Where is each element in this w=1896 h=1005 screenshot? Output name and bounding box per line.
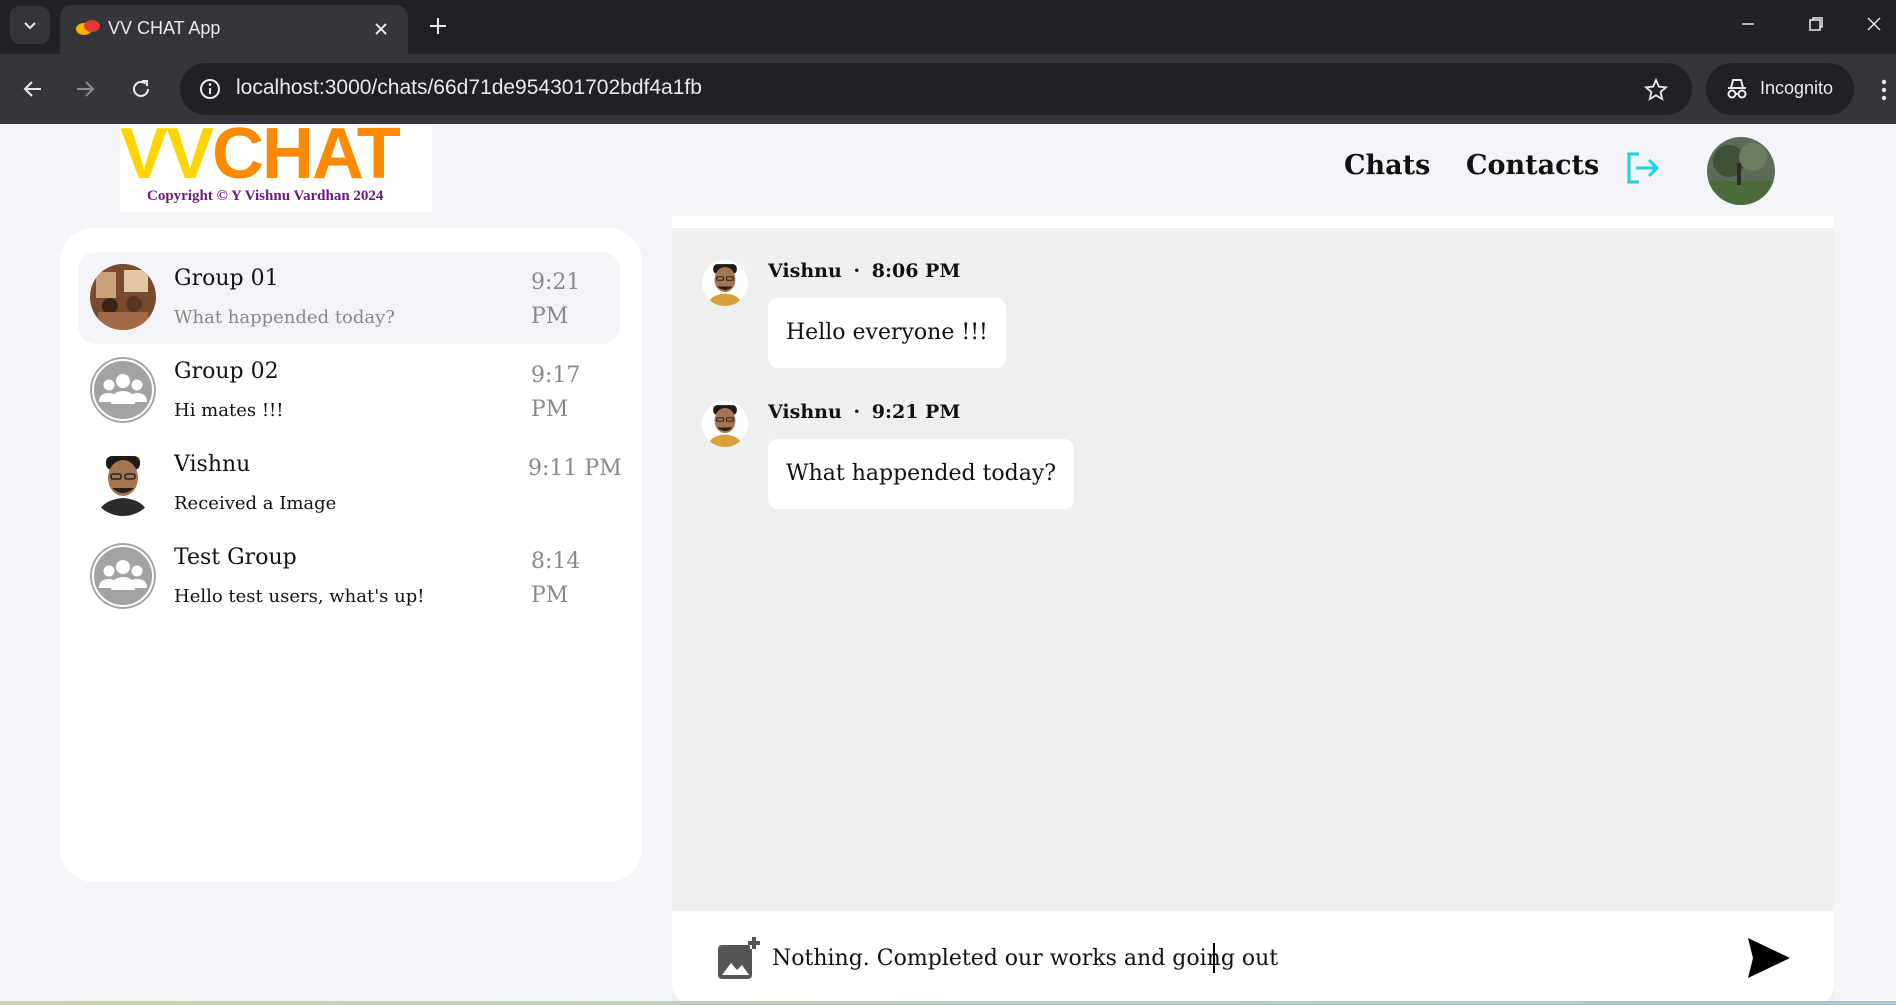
separator-dot: ·	[853, 401, 861, 423]
arrow-right-icon	[77, 81, 95, 97]
address-bar[interactable]: localhost:3000/chats/66d71de954301702bdf…	[180, 63, 1692, 115]
chat-bubbles-favicon-icon	[76, 20, 100, 35]
logout-icon[interactable]	[1622, 148, 1662, 188]
chat-list-item[interactable]: Vishnu Received a Image 9:11 PM	[78, 438, 622, 530]
back-button[interactable]	[12, 68, 54, 110]
sender-avatar[interactable]	[702, 401, 748, 447]
chevron-down-icon	[24, 22, 36, 30]
tab-search-button[interactable]	[10, 6, 50, 44]
arrow-left-icon	[23, 81, 41, 97]
chat-name: Group 02	[174, 359, 279, 384]
restore-button[interactable]	[1786, 0, 1846, 48]
tab-close-button[interactable]	[366, 14, 396, 44]
chat-list-item[interactable]: Group 01 What happended today? 9:21 PM	[78, 252, 620, 344]
message-time: 9:21 PM	[871, 401, 961, 423]
site-info-button[interactable]	[192, 71, 228, 107]
chat-name: Vishnu	[174, 452, 251, 477]
sender-avatar[interactable]	[702, 260, 748, 306]
nav-chats-link[interactable]: Chats	[1344, 150, 1430, 181]
chat-avatar	[90, 357, 156, 423]
browser-toolbar: localhost:3000/chats/66d71de954301702bdf…	[0, 54, 1896, 124]
chat-preview: What happended today?	[174, 307, 395, 328]
incognito-indicator[interactable]: Incognito	[1706, 63, 1854, 115]
app-logo[interactable]: VVCHAT Copyright © Y Vishnu Vardhan 2024	[120, 126, 432, 212]
incognito-icon	[1727, 79, 1747, 99]
chat-name: Test Group	[174, 545, 297, 570]
chat-avatar	[90, 264, 156, 330]
chat-preview: Hello test users, what's up!	[174, 586, 425, 607]
reload-button[interactable]	[120, 68, 162, 110]
conversation-header	[672, 216, 1834, 228]
browser-menu-button[interactable]	[1872, 70, 1896, 110]
separator-dot: ·	[853, 260, 861, 282]
logo-copyright: Copyright © Y Vishnu Vardhan 2024	[147, 188, 384, 204]
minimize-button[interactable]	[1718, 0, 1778, 48]
chat-avatar	[90, 450, 156, 516]
group-placeholder-icon	[90, 543, 156, 609]
minimize-icon	[1742, 23, 1754, 25]
info-icon	[200, 79, 220, 99]
user-photo-icon	[702, 401, 748, 447]
incognito-label: Incognito	[1760, 78, 1834, 98]
group-placeholder-icon	[90, 357, 156, 423]
window-close-button[interactable]	[1852, 0, 1896, 48]
window-bottom-edge	[0, 1001, 1896, 1005]
chat-time: 9:21 PM	[531, 270, 581, 329]
text-caret	[1213, 943, 1215, 973]
star-icon	[1644, 78, 1668, 101]
message-composer	[672, 911, 1834, 1005]
bookmark-button[interactable]	[1638, 72, 1674, 108]
plus-icon	[430, 18, 446, 34]
chat-time: 9:11 PM	[528, 456, 622, 481]
chat-list-item[interactable]: Group 02 Hi mates !!! 9:17 PM	[78, 345, 620, 437]
message-bubble: Hello everyone !!!	[768, 298, 1006, 368]
user-photo-icon	[90, 450, 156, 516]
close-icon	[1867, 17, 1881, 31]
message-input[interactable]	[772, 935, 1672, 981]
close-icon	[375, 23, 387, 35]
message-bubble: What happended today?	[768, 439, 1075, 509]
new-tab-button[interactable]	[420, 8, 456, 44]
profile-avatar[interactable]	[1707, 137, 1775, 205]
user-photo-icon	[702, 260, 748, 306]
profile-photo-icon	[1707, 137, 1775, 205]
url-text[interactable]: localhost:3000/chats/66d71de954301702bdf…	[236, 76, 702, 100]
sender-name: Vishnu	[768, 401, 842, 423]
nav-contacts-link[interactable]: Contacts	[1466, 150, 1599, 181]
sender-name: Vishnu	[768, 260, 842, 282]
message-meta: Vishnu · 9:21 PM	[768, 401, 960, 423]
tab-title: VV CHAT App	[108, 18, 221, 38]
chat-list-sidebar: Group 01 What happended today? 9:21 PM G…	[60, 228, 642, 882]
chat-list-item[interactable]: Test Group Hello test users, what's up! …	[78, 531, 620, 623]
message-meta: Vishnu · 8:06 PM	[768, 260, 960, 282]
browser-tab[interactable]: VV CHAT App	[60, 5, 408, 54]
chat-time: 8:14 PM	[531, 549, 581, 608]
add-image-icon[interactable]	[716, 935, 762, 981]
chat-name: Group 01	[174, 266, 279, 291]
restore-icon	[1809, 17, 1823, 31]
group-photo-icon	[90, 264, 156, 330]
chat-avatar	[90, 543, 156, 609]
chat-preview: Received a Image	[174, 493, 337, 514]
forward-button[interactable]	[64, 68, 106, 110]
browser-tabstrip: VV CHAT App	[0, 0, 1896, 54]
send-icon[interactable]	[1746, 935, 1792, 981]
reload-icon	[133, 80, 149, 97]
chat-time: 9:17 PM	[531, 363, 581, 422]
app-root: VVCHAT Copyright © Y Vishnu Vardhan 2024…	[0, 124, 1896, 1005]
logo-wordmark: VVCHAT	[120, 126, 401, 194]
conversation-panel: Vishnu · 8:06 PM Hello everyone !!! Vishnu…	[672, 216, 1834, 1005]
more-vertical-icon	[1881, 79, 1887, 101]
message-time: 8:06 PM	[871, 260, 961, 282]
chat-preview: Hi mates !!!	[174, 400, 284, 421]
